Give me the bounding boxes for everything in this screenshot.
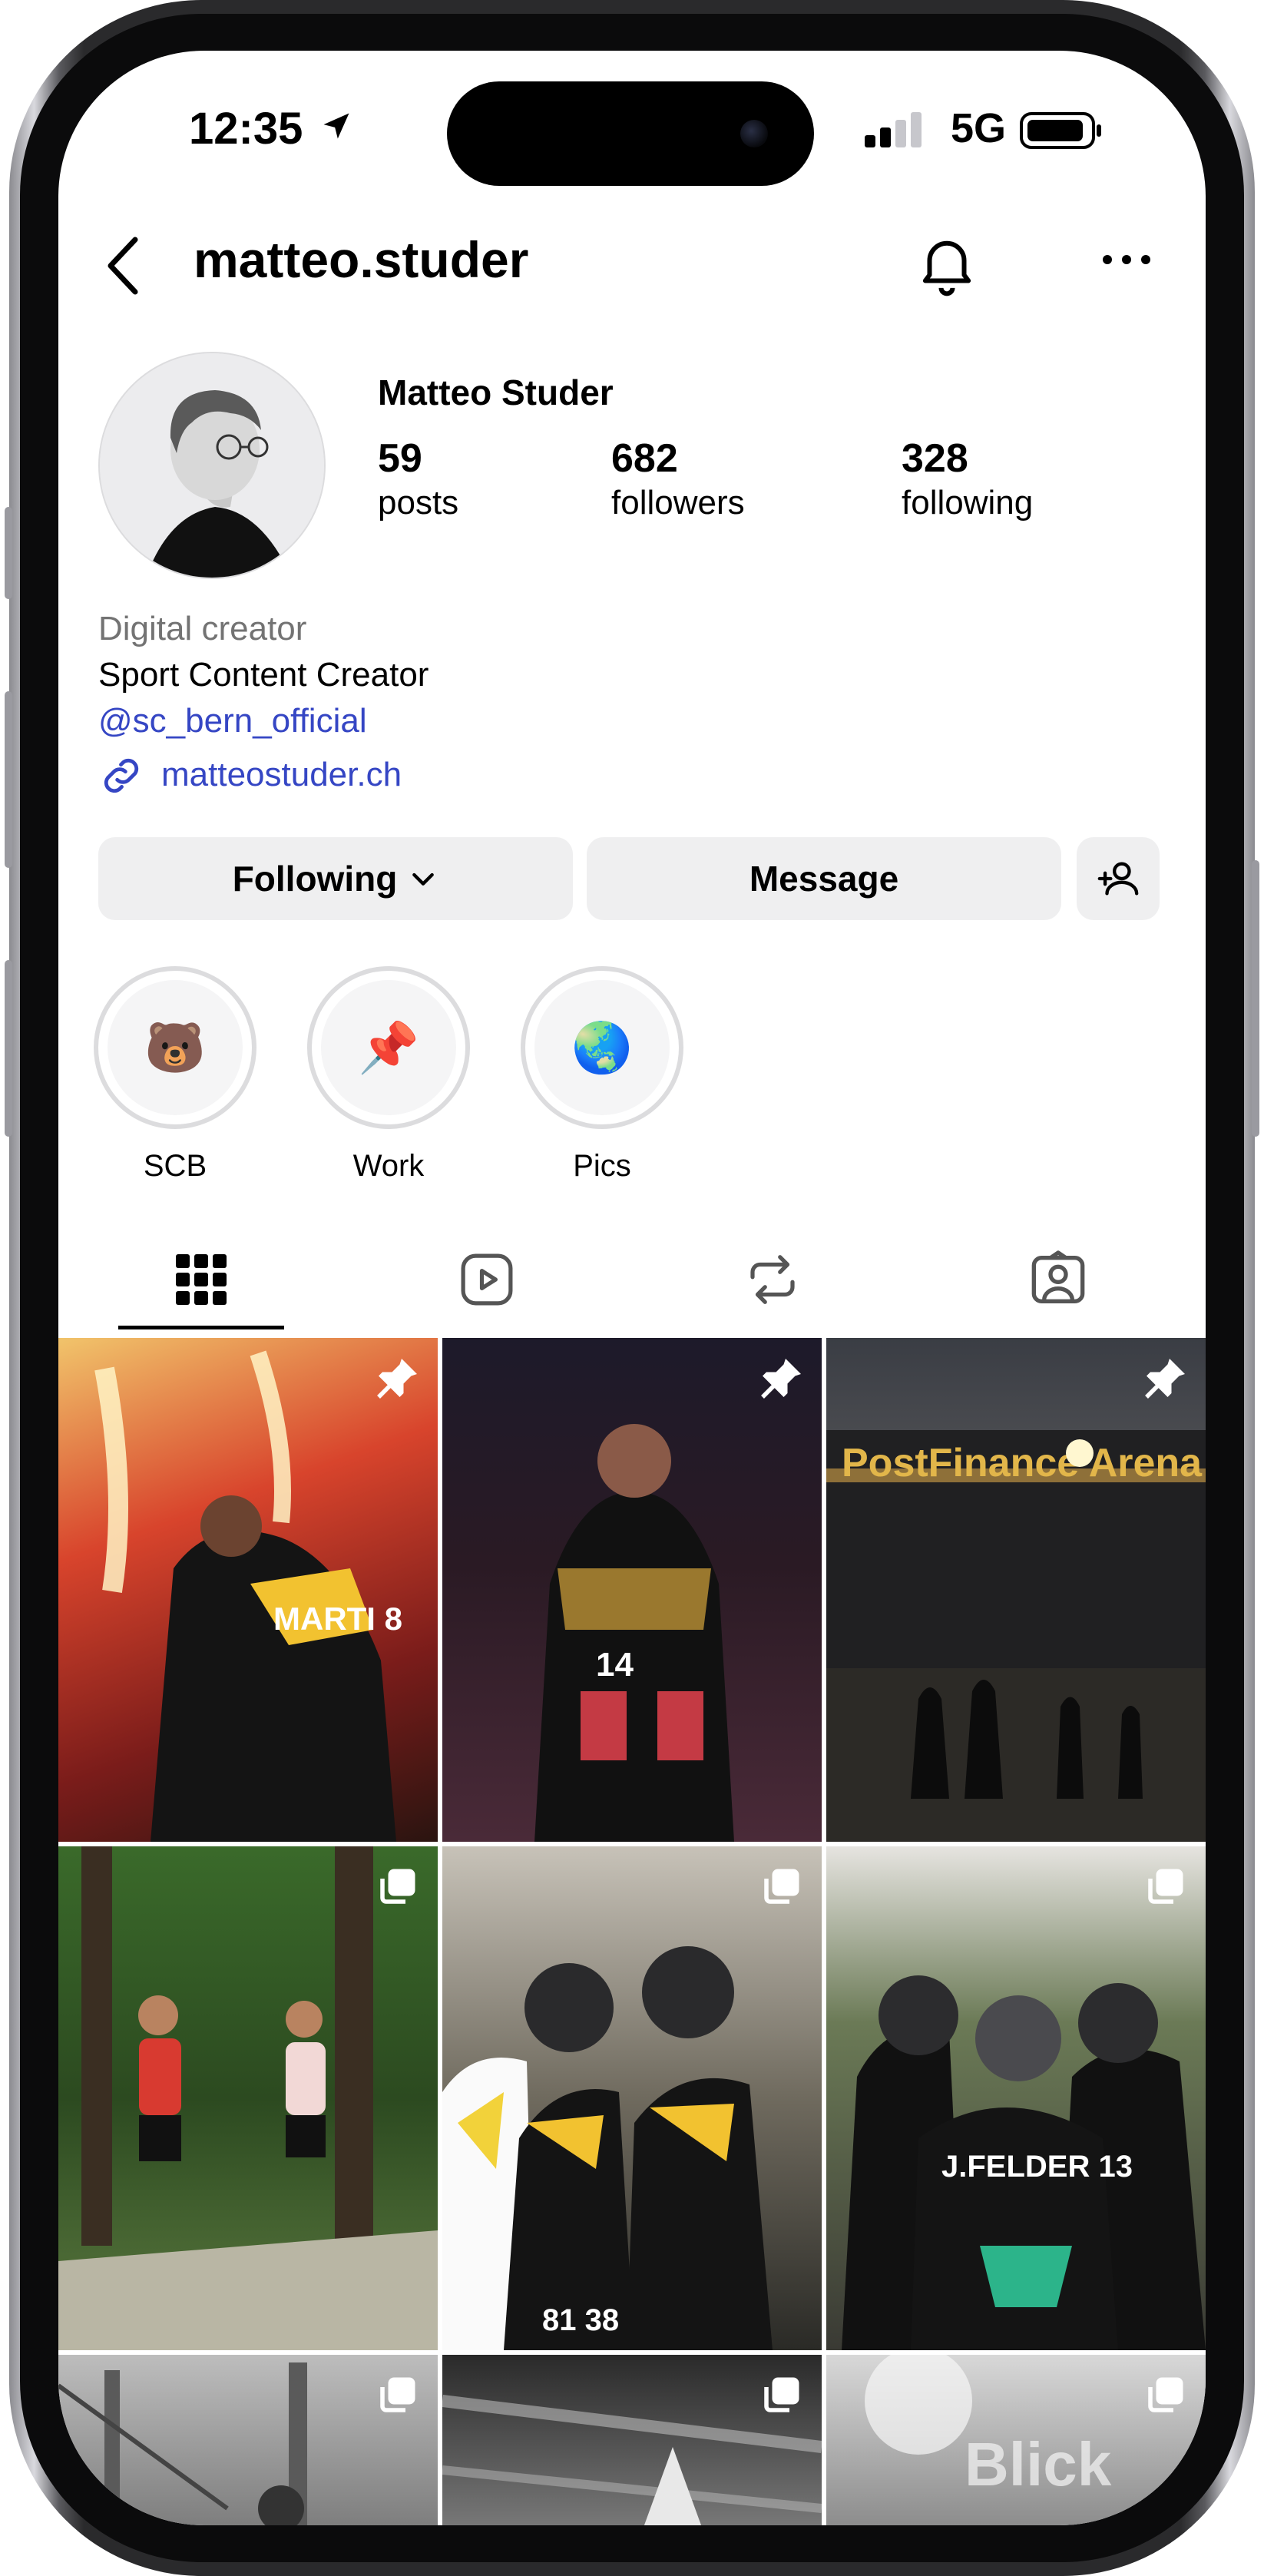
back-icon[interactable] (101, 235, 147, 296)
post-caption: MARTI 8 (273, 1601, 402, 1637)
pin-icon (1145, 1359, 1185, 1399)
post-image: PostFinance Arena (826, 1430, 1206, 1842)
stat-label: posts (378, 484, 459, 521)
network-label: 5G (951, 105, 1007, 151)
dynamic-island (447, 81, 814, 186)
globe-icon: 🌏 (534, 980, 670, 1115)
highlight-ring: 🐻 (94, 966, 256, 1129)
bear-icon: 🐻 (108, 980, 243, 1115)
stat-following[interactable]: 328 following (902, 435, 1033, 524)
post-caption: 14 (596, 1646, 634, 1684)
post-thumbnail[interactable]: 81 38 (442, 1846, 822, 2350)
stat-label: following (902, 484, 1034, 521)
post-image (58, 1846, 438, 2350)
battery-icon (1020, 112, 1101, 149)
post-image: MARTI 8 (94, 1350, 402, 1842)
post-thumbnail[interactable]: PostFinance Arena (826, 1338, 1206, 1842)
add-person-icon (1097, 862, 1139, 896)
stat-followers[interactable]: 682 followers (611, 435, 745, 524)
status-time: 12:35 (189, 104, 303, 154)
highlight-work[interactable]: 📌 Work (307, 966, 470, 1184)
highlight-label: Work (352, 1149, 425, 1183)
stat-value: 682 (611, 436, 678, 481)
side-button-volume-down (5, 960, 12, 1137)
bio-category: Digital creator (98, 610, 307, 647)
active-tab-indicator (118, 1326, 284, 1329)
post-thumbnail[interactable] (58, 1846, 438, 2350)
username-title: matteo.studer (194, 231, 529, 288)
highlight-label: SCB (143, 1149, 207, 1183)
stat-label: followers (611, 484, 745, 521)
highlight-pics[interactable]: 🌏 Pics (521, 966, 683, 1184)
reels-icon (461, 1253, 513, 1306)
signal-bars-icon (865, 112, 922, 147)
post-image: 81 38 (442, 1946, 773, 2350)
bio-text: Sport Content Creator (98, 656, 429, 694)
message-label: Message (749, 859, 899, 899)
post-thumbnail[interactable]: Blick (826, 2355, 1206, 2525)
pushpin-icon: 📌 (321, 980, 456, 1115)
highlight-scb[interactable]: 🐻 SCB (94, 966, 256, 1184)
tab-posts-grid[interactable] (58, 1233, 344, 1326)
tagged-icon (1031, 1250, 1085, 1303)
reposts-icon (750, 1255, 795, 1304)
link-icon (104, 758, 139, 793)
camera-icon (740, 120, 768, 147)
tab-reposts[interactable] (630, 1233, 915, 1326)
bio-mention-link[interactable]: @sc_bern_official (98, 702, 367, 740)
following-label: Following (232, 859, 398, 899)
avatar[interactable] (98, 352, 326, 579)
message-button[interactable]: Message (587, 837, 1061, 920)
screen: 12:35 5G matteo.studer Matteo Studer 59 … (58, 51, 1206, 2525)
pin-icon (377, 1359, 417, 1399)
location-arrow-icon (323, 113, 349, 139)
carousel-icon (380, 2377, 415, 2412)
post-thumbnail[interactable] (58, 2355, 438, 2525)
grid-icon (176, 1254, 227, 1305)
carousel-icon (1148, 1869, 1183, 1904)
post-image: 14 (534, 1424, 734, 1842)
tab-tagged[interactable] (915, 1233, 1201, 1326)
stat-value: 59 (378, 436, 422, 481)
post-thumbnail[interactable] (442, 2355, 822, 2525)
suggest-people-button[interactable] (1077, 837, 1160, 920)
pin-icon (761, 1359, 801, 1399)
following-button[interactable]: Following (98, 837, 573, 920)
side-button-volume-up (5, 691, 12, 868)
chevron-down-icon (412, 872, 435, 886)
side-button-action (5, 507, 12, 599)
post-caption: J.FELDER 13 (941, 2150, 1133, 2184)
post-caption: PostFinance Arena (842, 1441, 1203, 1485)
website-link[interactable]: matteostuder.ch (161, 756, 402, 794)
post-thumbnail[interactable]: 14 (442, 1338, 822, 1842)
highlight-ring: 📌 (307, 966, 470, 1129)
carousel-icon (1148, 2377, 1183, 2412)
bell-icon[interactable] (912, 229, 981, 298)
carousel-icon (764, 2377, 799, 2412)
more-options-icon[interactable] (1100, 252, 1153, 267)
post-thumbnail[interactable]: MARTI 8 (58, 1338, 438, 1842)
post-thumbnail[interactable]: J.FELDER 13 (826, 1846, 1206, 2350)
carousel-icon (380, 1869, 415, 1904)
stat-posts[interactable]: 59 posts (378, 435, 458, 524)
carousel-icon (764, 1869, 799, 1904)
highlight-ring: 🌏 (521, 966, 683, 1129)
post-image: J.FELDER 13 (842, 1975, 1206, 2350)
stat-value: 328 (902, 436, 968, 481)
side-button-power (1252, 860, 1259, 1137)
tab-reels[interactable] (344, 1233, 630, 1326)
phone-frame: 12:35 5G matteo.studer Matteo Studer 59 … (0, 0, 1264, 2576)
highlight-label: Pics (573, 1149, 631, 1183)
display-name: Matteo Studer (378, 372, 614, 412)
post-caption: 81 38 (542, 2303, 619, 2337)
avatar-portrait (100, 353, 324, 578)
post-caption: Blick (965, 2430, 1112, 2498)
